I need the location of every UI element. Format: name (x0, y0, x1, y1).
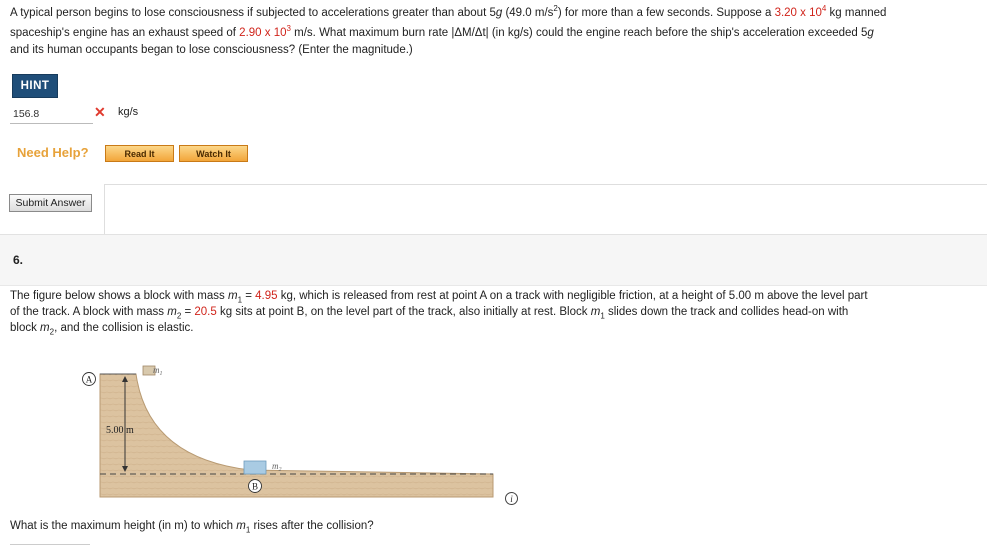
question-header (0, 234, 987, 286)
hint-button[interactable]: HINT (12, 74, 58, 98)
answer-unit: kg/s (118, 106, 139, 118)
read-it-button[interactable]: Read It (105, 145, 174, 162)
prev-question-line1: A typical person begins to lose consciou… (10, 4, 887, 19)
svg-text:B: B (252, 482, 258, 492)
submit-answer-button[interactable]: Submit Answer (9, 194, 92, 212)
info-icon[interactable]: i (505, 492, 518, 505)
svg-text:A: A (86, 375, 93, 385)
given-speed: 2.90 x 103 (239, 24, 291, 39)
q6-question: What is the maximum height (in m) to whi… (10, 520, 374, 535)
q6-line3: block m2, and the collision is elastic. (10, 322, 194, 337)
given-m2: 20.5 (194, 306, 217, 318)
question-number: 6. (13, 253, 24, 267)
given-mass: 3.20 x 104 (774, 4, 827, 19)
watch-it-button[interactable]: Watch It (179, 145, 248, 162)
prev-question-line3: and its human occupants began to lose co… (10, 44, 413, 56)
track-figure: A B m1 m2 5.00 m (82, 365, 494, 498)
track-ramp (99, 373, 494, 498)
incorrect-icon: ✕ (94, 104, 106, 120)
height-label: 5.00 m (106, 425, 134, 436)
need-help-label: Need Help? (17, 145, 89, 160)
given-m1: 4.95 (255, 290, 278, 302)
block-m2 (243, 460, 267, 475)
submit-panel (104, 184, 987, 234)
answer-input[interactable] (10, 105, 93, 124)
